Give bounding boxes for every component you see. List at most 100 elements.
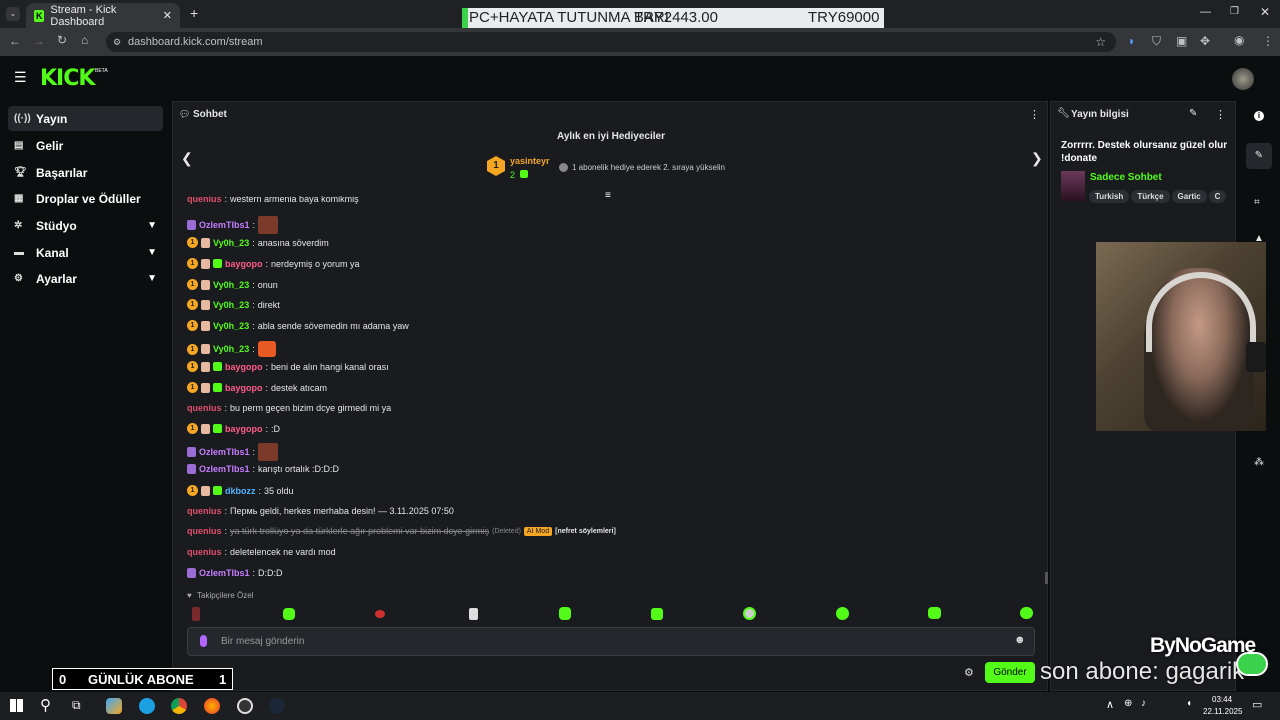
pinned-toggle-icon[interactable]: ≡	[605, 190, 611, 201]
chat-username[interactable]: quenius	[187, 196, 222, 204]
send-button[interactable]: Gönder	[985, 662, 1035, 683]
info-icon[interactable]: i	[1254, 111, 1264, 121]
chat-username[interactable]: Vy0h_23	[213, 238, 249, 248]
prev-gifter-icon[interactable]: ❮	[181, 150, 193, 167]
notification-icon[interactable]: ▭	[1252, 698, 1262, 711]
chat-username[interactable]: dkbozz	[225, 486, 256, 496]
sidebar-item-droplar[interactable]: ▦ Droplar ve Ödüller	[8, 186, 163, 211]
taskbar-date[interactable]: 22.11.2025	[1203, 707, 1242, 716]
taskbar-search-icon[interactable]: ⚲	[40, 696, 51, 714]
browser-tab[interactable]: K Stream - Kick Dashboard ✕	[26, 3, 180, 28]
task-view-icon[interactable]: ⧉	[72, 698, 81, 713]
home-icon[interactable]: ⌂	[81, 33, 88, 47]
tag-chip[interactable]: C	[1208, 190, 1227, 203]
extension-icon-3[interactable]: ▣	[1176, 34, 1187, 48]
top-gifter-name[interactable]: yasinteyr	[510, 156, 550, 166]
emote-quick-5[interactable]	[559, 607, 571, 620]
site-info-icon[interactable]: ⚙	[113, 32, 121, 52]
rail-icon-5[interactable]: ⁂	[1254, 457, 1264, 468]
firefox-icon[interactable]	[204, 698, 220, 714]
tag-chip[interactable]: Turkish	[1089, 190, 1130, 203]
bookmark-star-icon[interactable]: ☆	[1095, 32, 1106, 52]
extension-icon-1[interactable]: ◗	[1128, 34, 1135, 48]
copilot-icon[interactable]	[106, 698, 122, 714]
tray-mic-icon[interactable]: ♪	[1141, 698, 1146, 709]
edit-pencil-icon[interactable]: ✎	[1189, 108, 1197, 119]
chat-settings-icon[interactable]: ⚙	[964, 666, 974, 679]
microphone-icon[interactable]	[200, 635, 207, 647]
chat-input[interactable]: Bir mesaj gönderin ☻	[187, 627, 1035, 656]
sidebar-item-studyo[interactable]: ✲ Stüdyo ▼	[8, 213, 163, 238]
reload-icon[interactable]: ↻	[57, 33, 67, 47]
chat-username[interactable]: Vy0h_23	[213, 344, 249, 354]
gifter-badge-icon	[201, 485, 210, 496]
chat-username[interactable]: OzlemTlbs1	[199, 464, 250, 474]
chat-username[interactable]: Vy0h_23	[213, 300, 249, 310]
profile-icon[interactable]: ◉	[1234, 33, 1244, 47]
sidebar-item-yayin[interactable]: ((·)) Yayın	[8, 106, 163, 131]
taskbar-time[interactable]: 03:44	[1212, 695, 1232, 704]
chat-username[interactable]: baygopo	[225, 259, 263, 269]
back-icon[interactable]: ←	[9, 34, 21, 48]
chat-username[interactable]: OzlemTlbs1	[199, 220, 250, 230]
emote-quick-6[interactable]	[651, 608, 663, 620]
chat-username[interactable]: baygopo	[225, 424, 263, 434]
emoji-picker-icon[interactable]: ☻	[1014, 634, 1026, 646]
sidebar-item-basarilar[interactable]: 🏆︎ Başarılar	[8, 160, 163, 185]
chat-scrollbar[interactable]	[1045, 572, 1048, 584]
edit-rail-button[interactable]: ✎	[1246, 143, 1272, 169]
close-window-icon[interactable]: ✕	[1260, 5, 1270, 19]
chat-username[interactable]: Vy0h_23	[213, 321, 249, 331]
info-menu-icon[interactable]: ⋮	[1215, 108, 1226, 121]
tray-chevron-up-icon[interactable]: ∧	[1106, 698, 1114, 711]
emote-quick-1[interactable]	[192, 607, 200, 621]
steam-icon[interactable]	[269, 698, 285, 714]
sidebar-item-kanal[interactable]: ▬ Kanal ▼	[8, 240, 163, 265]
maximize-icon[interactable]: ❐	[1230, 6, 1239, 17]
tab-search-icon[interactable]: ⌄	[6, 7, 20, 21]
url-field[interactable]: ⚙ dashboard.kick.com/stream ☆	[106, 32, 1116, 52]
tray-network-icon[interactable]: ⊕	[1124, 698, 1132, 709]
emote-quick-3[interactable]	[375, 610, 385, 618]
chat-username[interactable]: quenius	[187, 403, 222, 413]
scan-icon[interactable]: ⌗	[1254, 197, 1260, 208]
chat-username[interactable]: quenius	[187, 547, 222, 557]
chat-menu-icon[interactable]: ⋮	[1029, 108, 1040, 121]
chat-username[interactable]: quenius	[187, 506, 222, 516]
browser-menu-icon[interactable]: ⋮	[1262, 34, 1274, 48]
chat-username[interactable]: quenius	[187, 526, 222, 536]
extension-icon-2[interactable]: ⛉	[1152, 34, 1161, 49]
edge-icon[interactable]	[139, 698, 155, 714]
user-avatar[interactable]	[1232, 68, 1254, 90]
chat-username[interactable]: baygopo	[225, 383, 263, 393]
chat-username[interactable]: baygopo	[225, 362, 263, 372]
extensions-puzzle-icon[interactable]: ✥	[1200, 34, 1210, 48]
hamburger-menu-icon[interactable]: ☰	[14, 69, 27, 86]
chat-username[interactable]: OzlemTlbs1	[199, 447, 250, 457]
emote-quick-9[interactable]	[928, 607, 941, 619]
chat-separator: :	[224, 196, 228, 204]
sidebar-item-gelir[interactable]: ▤ Gelir	[8, 133, 163, 158]
category-name[interactable]: Sadece Sohbet	[1090, 172, 1162, 183]
category-thumbnail[interactable]	[1061, 171, 1085, 201]
kick-logo[interactable]: KICK	[40, 66, 95, 91]
close-tab-icon[interactable]: ✕	[163, 9, 172, 22]
emote-quick-7[interactable]	[743, 607, 756, 620]
chrome-icon[interactable]	[171, 698, 187, 714]
minimize-icon[interactable]: —	[1200, 6, 1211, 18]
emote-quick-2[interactable]	[283, 608, 295, 620]
chat-username[interactable]: OzlemTlbs1	[199, 568, 250, 578]
tag-chip[interactable]: Türkçe	[1131, 190, 1170, 203]
tag-chip[interactable]: Gartic	[1171, 190, 1207, 203]
emote-quick-10[interactable]	[1020, 607, 1033, 619]
tray-volume-icon[interactable]: ◖	[1186, 698, 1192, 709]
forward-icon[interactable]: →	[33, 34, 45, 48]
emote-quick-8[interactable]	[836, 607, 849, 620]
windows-start-icon[interactable]	[10, 699, 23, 712]
emote-quick-4[interactable]	[469, 608, 478, 620]
obs-icon[interactable]	[237, 698, 253, 714]
sidebar-item-ayarlar[interactable]: ⚙ Ayarlar ▼	[8, 266, 163, 291]
chat-username[interactable]: Vy0h_23	[213, 280, 249, 290]
new-tab-icon[interactable]: +	[190, 5, 198, 21]
next-gifter-icon[interactable]: ❯	[1031, 150, 1043, 167]
